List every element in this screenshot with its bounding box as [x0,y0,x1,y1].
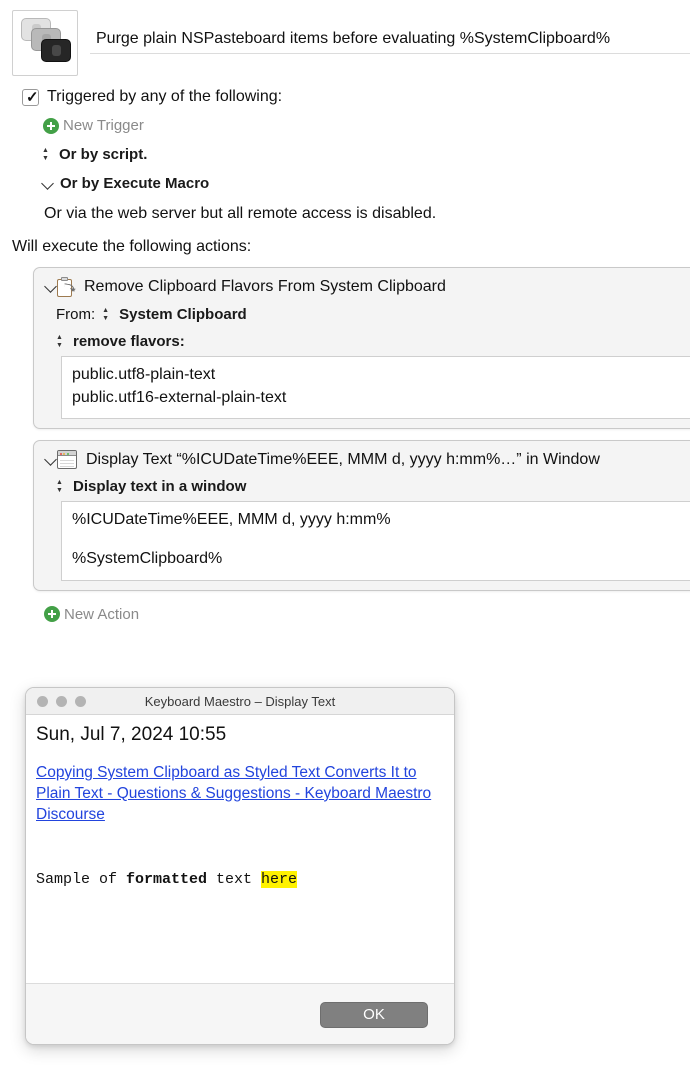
display-text-line: %SystemClipboard% [72,550,223,568]
action-remove-clipboard-flavors[interactable]: Remove Clipboard Flavors From System Cli… [33,267,690,430]
source-popup-value[interactable]: System Clipboard [119,306,247,323]
action-title: Remove Clipboard Flavors From System Cli… [84,278,446,295]
display-text-textarea[interactable]: %ICUDateTime%EEE, MMM d, yyyy h:mm% %Sys… [61,501,690,581]
display-text-blank-line [72,532,690,548]
display-text-dialog: Keyboard Maestro – Display Text Sun, Jul… [25,687,455,1045]
new-trigger-button[interactable]: New Trigger [43,117,690,134]
dialog-footer: OK [26,983,454,1044]
remove-flavors-row: remove flavors: [34,331,690,350]
display-mode-popup-value[interactable]: Display text in a window [73,478,246,495]
triggered-by-row: ✓ Triggered by any of the following: [22,88,690,106]
or-by-script-label: Or by script. [59,146,148,163]
macro-title-input[interactable]: Purge plain NSPasteboard items before ev… [90,24,690,54]
plus-circle-icon [43,117,59,134]
sample-highlight: here [261,871,298,889]
from-label: From: [56,306,96,323]
actions-header: Will execute the following actions: [12,238,252,255]
new-trigger-label: New Trigger [63,117,144,134]
or-by-execute-macro-label: Or by Execute Macro [60,175,210,192]
from-row: From: System Clipboard [34,304,690,323]
discourse-link[interactable]: Copying System Clipboard as Styled Text … [36,763,442,825]
web-server-note: Or via the web server but all remote acc… [44,205,437,222]
traffic-lights[interactable] [37,695,86,707]
triggered-by-label: Triggered by any of the following: [47,88,283,105]
up-down-arrows-icon [42,147,53,162]
action-header-row[interactable]: Remove Clipboard Flavors From System Cli… [34,268,690,304]
dialog-date-line: Sun, Jul 7, 2024 10:55 [36,724,227,745]
flavor-line: public.utf16-external-plain-text [72,388,287,406]
trigger-section: ✓ Triggered by any of the following: New… [0,76,690,223]
triggered-by-checkbox[interactable]: ✓ [22,88,39,106]
up-down-arrows-icon[interactable] [102,307,113,322]
dialog-titlebar[interactable]: Keyboard Maestro – Display Text [26,688,454,715]
action-header-row[interactable]: Display Text “%ICUDateTime%EEE, MMM d, y… [34,441,690,476]
sample-before: Sample of [36,871,127,889]
sample-middle: text [207,871,262,889]
disclosure-chevron-down-icon[interactable] [45,454,57,466]
chevron-down-icon [42,178,54,190]
remove-flavors-popup-value[interactable]: remove flavors: [73,333,185,350]
macro-header: Purge plain NSPasteboard items before ev… [0,0,690,76]
minimize-icon[interactable] [56,695,67,707]
or-by-script-row[interactable]: Or by script. [42,146,690,163]
ok-button[interactable]: OK [320,1001,428,1028]
flavor-line: public.utf8-plain-text [72,366,216,383]
dialog-sample-text: Sample of formatted text here [36,871,442,889]
action-display-text[interactable]: Display Text “%ICUDateTime%EEE, MMM d, y… [33,440,690,591]
plus-circle-icon [44,606,60,623]
pasteboard-stack-icon[interactable] [12,10,78,76]
dialog-body: Sun, Jul 7, 2024 10:55 Copying System Cl… [26,715,454,983]
up-down-arrows-icon[interactable] [56,479,67,494]
clipboard-icon [57,277,76,297]
action-title: Display Text “%ICUDateTime%EEE, MMM d, y… [86,450,600,468]
or-by-execute-macro-row[interactable]: Or by Execute Macro [42,175,690,192]
disclosure-chevron-down-icon[interactable] [45,281,57,293]
sample-bold: formatted [126,871,208,889]
close-icon[interactable] [37,695,48,707]
window-icon [57,450,77,470]
new-action-label: New Action [64,605,140,623]
display-mode-row: Display text in a window [34,476,690,495]
flavors-textarea[interactable]: public.utf8-plain-text public.utf16-exte… [61,356,690,420]
pasteboard-card-front [41,39,71,62]
dialog-title: Keyboard Maestro – Display Text [144,693,336,709]
up-down-arrows-icon[interactable] [56,334,67,349]
zoom-icon[interactable] [75,695,86,707]
display-text-line: %ICUDateTime%EEE, MMM d, yyyy h:mm% [72,511,391,529]
new-action-button[interactable]: New Action [44,606,690,623]
checkmark-icon: ✓ [26,88,39,106]
